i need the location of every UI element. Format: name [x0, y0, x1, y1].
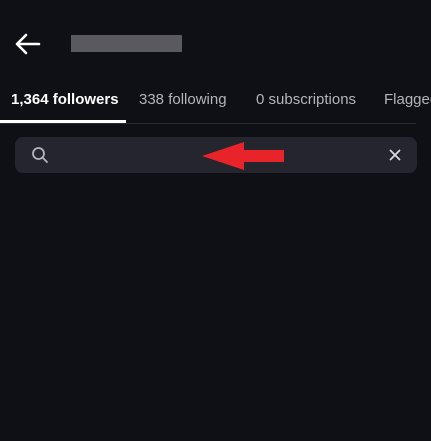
tab-bar: 1,364 followers 338 following 0 subscrip…: [0, 82, 431, 124]
tab-flagged[interactable]: Flagged: [384, 82, 431, 124]
annotation-arrow-icon: [202, 142, 284, 170]
arrow-left-icon: [15, 33, 41, 55]
tab-following[interactable]: 338 following: [139, 82, 227, 124]
username-redacted: [71, 35, 182, 52]
followers-screen: 1,364 followers 338 following 0 subscrip…: [0, 0, 431, 441]
tab-followers[interactable]: 1,364 followers: [11, 82, 119, 124]
search-icon: [32, 147, 48, 163]
tabs-divider: [0, 123, 416, 124]
close-icon[interactable]: [387, 147, 403, 163]
back-button[interactable]: [10, 28, 44, 60]
tab-subscriptions[interactable]: 0 subscriptions: [256, 82, 356, 124]
header: [0, 0, 431, 82]
